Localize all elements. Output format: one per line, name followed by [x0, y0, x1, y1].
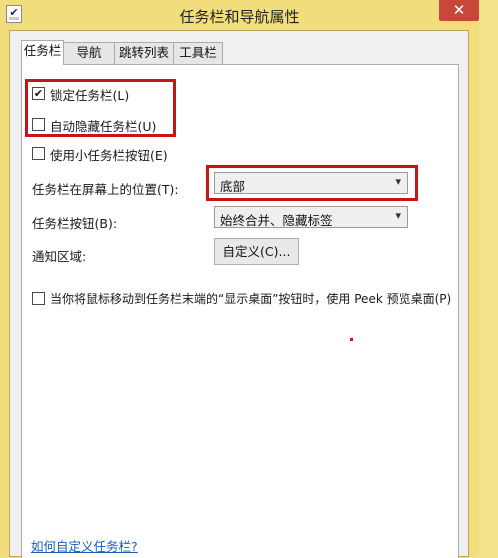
tab-navigation[interactable]: 导航	[63, 42, 115, 64]
close-button[interactable]: ✕	[439, 0, 479, 21]
close-icon: ✕	[452, 1, 466, 19]
position-label: 任务栏在屏幕上的位置(T):	[32, 182, 179, 197]
small-buttons-label: 使用小任务栏按钮(E)	[50, 148, 168, 163]
peek-checkbox[interactable]	[32, 292, 45, 305]
small-buttons-checkbox[interactable]	[32, 147, 45, 160]
taskbar-buttons-label: 任务栏按钮(B):	[32, 216, 118, 231]
title-bar[interactable]: ✔ 任务栏和导航属性 ✕	[0, 0, 479, 30]
tab-taskbar[interactable]: 任务栏	[21, 40, 64, 65]
customize-taskbar-help-link[interactable]: 如何自定义任务栏?	[31, 536, 138, 555]
chevron-down-icon: ▾	[395, 209, 401, 222]
notification-area-label: 通知区域:	[32, 249, 87, 264]
highlight-box-position	[206, 165, 418, 201]
red-dot-marker	[350, 338, 353, 341]
window-title: 任务栏和导航属性	[179, 8, 300, 26]
taskbar-properties-window: ✔ 任务栏和导航属性 ✕ 任务栏 导航 跳转列表 工具栏 ✔ 锁定任务栏(L) …	[0, 0, 479, 558]
tab-toolbars[interactable]: 工具栏	[173, 42, 223, 64]
taskbar-buttons-value: 始终合并、隐藏标签	[220, 213, 333, 228]
tab-jump-lists[interactable]: 跳转列表	[114, 42, 174, 64]
taskbar-buttons-select[interactable]: 始终合并、隐藏标签 ▾	[214, 206, 408, 228]
customize-notification-button[interactable]: 自定义(C)...	[214, 238, 299, 265]
highlight-box-lock-autohide	[25, 79, 176, 137]
peek-label: 当你将鼠标移动到任务栏末端的“显示桌面”按钮时，使用 Peek 预览桌面(P)	[50, 292, 452, 306]
taskbar-tab-panel	[21, 64, 459, 558]
